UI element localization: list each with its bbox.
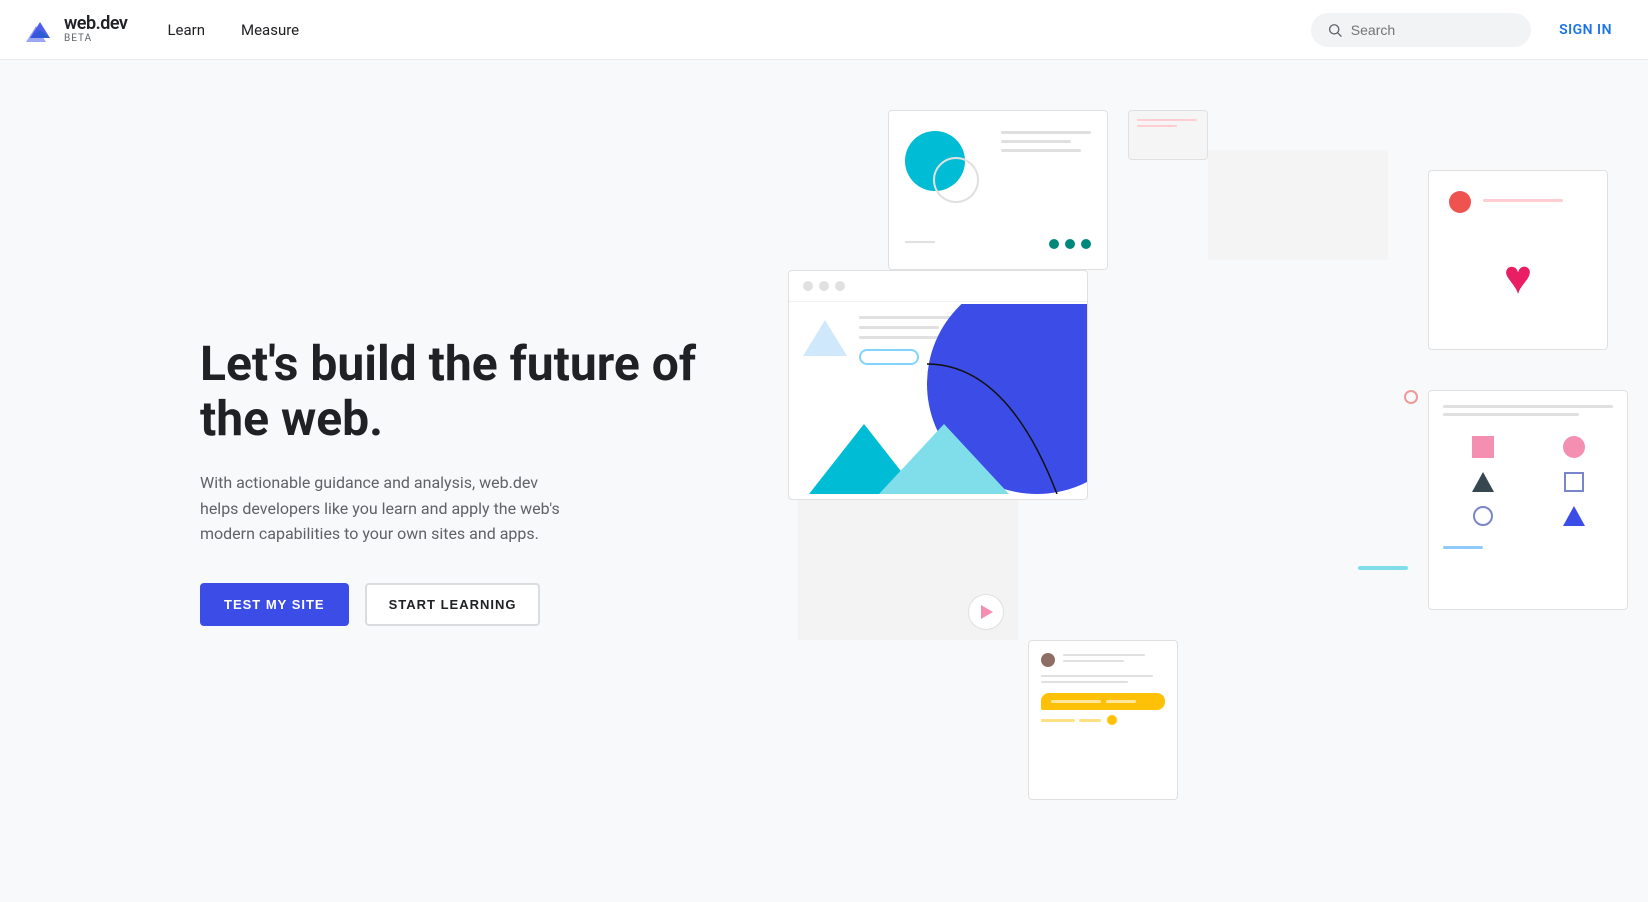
logo-brand: web.dev bbox=[64, 15, 127, 33]
play-triangle-icon bbox=[981, 605, 993, 619]
shape-pink-square bbox=[1447, 436, 1518, 458]
card1-small-line bbox=[905, 241, 935, 243]
start-learning-button[interactable]: START LEARNING bbox=[365, 583, 541, 626]
card-heart: ♥ bbox=[1428, 170, 1608, 350]
card2-triangle bbox=[803, 320, 847, 356]
c5bl1 bbox=[1041, 675, 1153, 677]
nav-links: Learn Measure bbox=[151, 13, 315, 47]
b1l1 bbox=[1051, 700, 1101, 703]
logo-beta: BETA bbox=[64, 34, 127, 44]
win-dot3 bbox=[835, 281, 845, 291]
card5-avatar-dot bbox=[1041, 653, 1055, 667]
hero-section: Let's build the future of the web. With … bbox=[0, 60, 1648, 902]
cyan-tri bbox=[879, 424, 1009, 494]
sr-line2 bbox=[1137, 125, 1177, 127]
card2-header bbox=[789, 271, 1087, 302]
shape-dark-triangle bbox=[1447, 472, 1518, 492]
card-top-center bbox=[888, 110, 1108, 270]
hero-illustration: ♥ bbox=[788, 110, 1648, 830]
dot1 bbox=[1049, 239, 1059, 249]
card-main-browser bbox=[788, 270, 1088, 500]
b2l2 bbox=[1079, 719, 1101, 722]
line3 bbox=[1001, 149, 1081, 152]
logo-icon bbox=[24, 14, 56, 46]
search-box[interactable] bbox=[1311, 13, 1531, 47]
card4-lines bbox=[1443, 405, 1613, 416]
bubble2-lines bbox=[1041, 719, 1101, 722]
card2-pill bbox=[859, 349, 919, 365]
dot2 bbox=[1065, 239, 1075, 249]
circle-outline bbox=[933, 157, 979, 203]
c5hl1 bbox=[1063, 654, 1145, 656]
signin-button[interactable]: SIGN IN bbox=[1547, 14, 1624, 46]
card-chat bbox=[1028, 640, 1178, 800]
line1 bbox=[1001, 131, 1091, 134]
hero-description: With actionable guidance and analysis, w… bbox=[200, 470, 580, 547]
play-button[interactable] bbox=[968, 594, 1004, 630]
b1l2 bbox=[1106, 700, 1136, 703]
c4l1 bbox=[1443, 405, 1613, 408]
b2l1 bbox=[1041, 719, 1075, 722]
small-rect-lines bbox=[1129, 111, 1207, 139]
shapes-grid bbox=[1443, 432, 1613, 530]
hero-title: Let's build the future of the web. bbox=[200, 336, 700, 446]
card4-blue-line bbox=[1443, 546, 1483, 549]
card5-header bbox=[1041, 653, 1165, 667]
card5-header-lines bbox=[1063, 654, 1165, 667]
search-input[interactable] bbox=[1351, 22, 1515, 38]
shape-pink-circle bbox=[1538, 436, 1609, 458]
small-rect-top bbox=[1128, 110, 1208, 160]
shape-blue-triangle bbox=[1538, 506, 1609, 526]
hero-buttons: TEST MY SITE START LEARNING bbox=[200, 583, 700, 626]
sr-line1 bbox=[1137, 119, 1197, 121]
test-my-site-button[interactable]: TEST MY SITE bbox=[200, 583, 349, 626]
c5hl2 bbox=[1063, 660, 1124, 662]
card3-pink-line bbox=[1483, 199, 1563, 202]
win-dot1 bbox=[803, 281, 813, 291]
line2 bbox=[1001, 140, 1071, 143]
card2-body bbox=[789, 302, 1087, 494]
card5-lines-body bbox=[1041, 675, 1165, 683]
c4l2 bbox=[1443, 413, 1579, 416]
cyan-accent-bar bbox=[1358, 566, 1408, 570]
win-dot2 bbox=[819, 281, 829, 291]
heart-icon: ♥ bbox=[1504, 249, 1533, 306]
logo-text: web.dev BETA bbox=[64, 15, 127, 44]
shape-outline-square bbox=[1538, 472, 1609, 492]
bubble1-lines bbox=[1051, 700, 1155, 703]
card1-dots bbox=[1049, 239, 1091, 249]
navbar: web.dev BETA Learn Measure SIGN IN bbox=[0, 0, 1648, 60]
nav-link-learn[interactable]: Learn bbox=[151, 13, 221, 47]
bottom-tris bbox=[789, 424, 1087, 494]
dot3 bbox=[1081, 239, 1091, 249]
nav-link-measure[interactable]: Measure bbox=[225, 13, 315, 47]
c5bl2 bbox=[1041, 681, 1128, 683]
hero-content: Let's build the future of the web. With … bbox=[200, 336, 700, 626]
float-circle-outline bbox=[1404, 390, 1418, 404]
bubble2-circle bbox=[1107, 715, 1117, 725]
card1-lines bbox=[1001, 131, 1091, 158]
card3-red-dot bbox=[1449, 191, 1471, 213]
chat-bubble-1 bbox=[1041, 693, 1165, 710]
shape-outline-circle bbox=[1447, 506, 1518, 526]
search-icon bbox=[1327, 21, 1343, 39]
chat-bubble-2 bbox=[1041, 715, 1165, 725]
bg-box-2 bbox=[1208, 150, 1388, 260]
logo[interactable]: web.dev BETA bbox=[24, 14, 127, 46]
card-shapes bbox=[1428, 390, 1628, 610]
